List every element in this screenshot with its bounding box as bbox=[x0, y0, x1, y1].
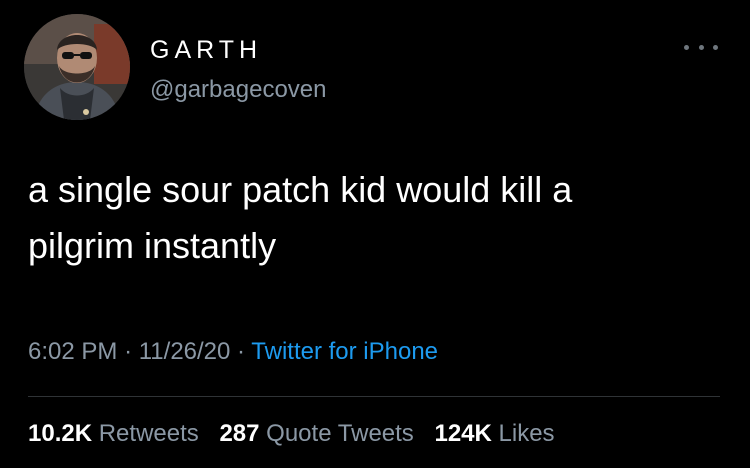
divider bbox=[28, 396, 720, 397]
tweet-date[interactable]: 11/26/20 bbox=[139, 338, 231, 365]
display-name[interactable]: GARTH bbox=[150, 36, 262, 65]
engagement-stats: 10.2K Retweets 287 Quote Tweets 124K Lik… bbox=[28, 420, 555, 448]
likes-stat[interactable]: 124K Likes bbox=[434, 420, 554, 447]
tweet-metadata: 6:02 PM · 11/26/20 · Twitter for iPhone bbox=[28, 338, 438, 366]
tweet-text-line-1: a single sour patch kid would kill a bbox=[28, 169, 573, 210]
retweets-label: Retweets bbox=[98, 420, 199, 447]
quote-tweets-stat[interactable]: 287 Quote Tweets bbox=[219, 420, 413, 447]
avatar-photo bbox=[24, 14, 130, 120]
meta-separator: · bbox=[237, 338, 246, 365]
retweets-stat[interactable]: 10.2K Retweets bbox=[28, 420, 199, 447]
meta-separator: · bbox=[124, 338, 133, 365]
username-handle[interactable]: @garbagecoven bbox=[150, 76, 326, 104]
likes-count: 124K bbox=[434, 420, 492, 447]
quote-tweets-count: 287 bbox=[219, 420, 260, 447]
likes-label: Likes bbox=[498, 420, 555, 447]
quote-tweets-label: Quote Tweets bbox=[266, 420, 414, 447]
retweets-count: 10.2K bbox=[28, 420, 93, 447]
more-options-icon[interactable] bbox=[684, 40, 718, 54]
tweet-card: GARTH @garbagecoven a single sour patch … bbox=[0, 0, 750, 468]
tweet-text-line-2: pilgrim instantly bbox=[28, 225, 277, 266]
avatar[interactable] bbox=[24, 14, 130, 120]
tweet-time[interactable]: 6:02 PM bbox=[28, 338, 117, 365]
tweet-source-link[interactable]: Twitter for iPhone bbox=[251, 338, 438, 365]
tweet-text: a single sour patch kid would kill a pil… bbox=[28, 162, 718, 274]
